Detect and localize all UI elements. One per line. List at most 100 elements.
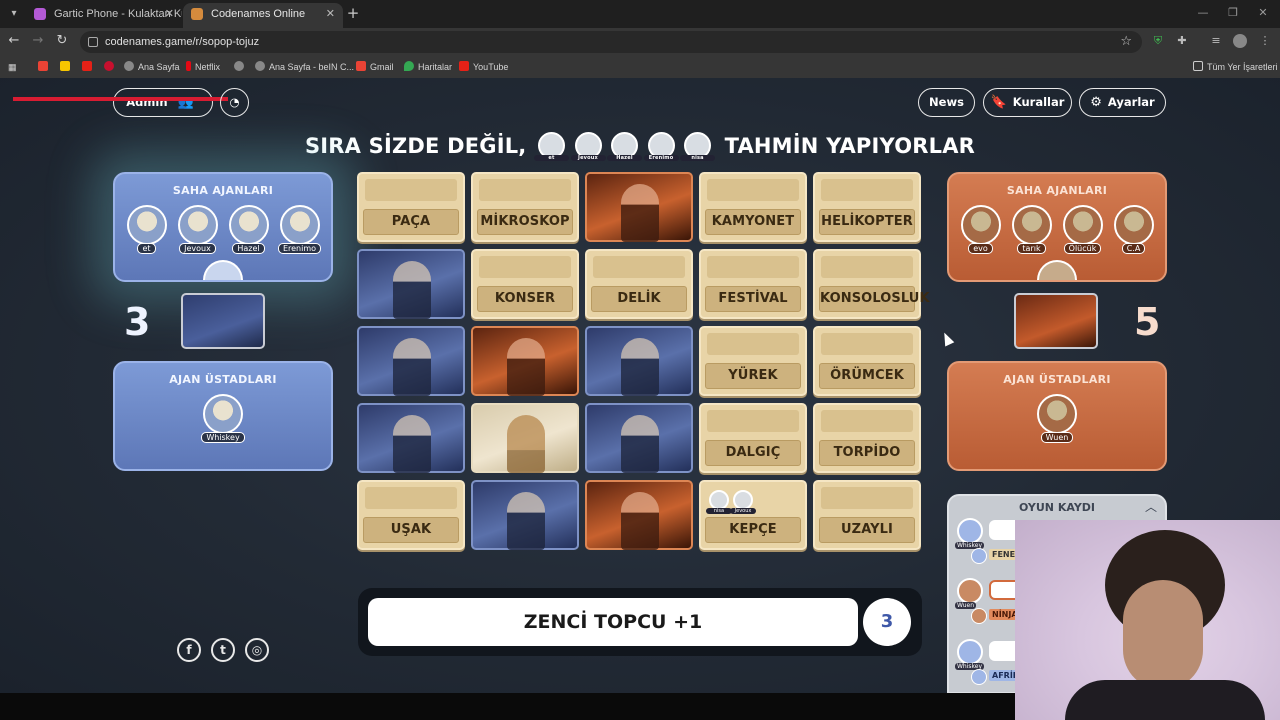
- bookmark-haritalar[interactable]: Haritalar: [404, 56, 452, 78]
- timer-icon[interactable]: ◔: [220, 88, 249, 117]
- bookmark-globe-icon[interactable]: [234, 56, 248, 78]
- url-field[interactable]: codenames.game/r/sopop-tojuz ☆: [80, 31, 1142, 53]
- word-card[interactable]: HELİKOPTER: [813, 172, 921, 242]
- settings-button[interactable]: ⚙ Ayarlar: [1079, 88, 1166, 117]
- red-agent-card[interactable]: [585, 172, 693, 242]
- bookmark-gmail-icon[interactable]: [38, 56, 52, 78]
- blue-spymasters-panel[interactable]: AJAN ÜSTADLARI Whiskey: [113, 361, 333, 471]
- blue-agent-card[interactable]: [357, 326, 465, 396]
- blue-agent-card[interactable]: [357, 249, 465, 319]
- minimize-icon[interactable]: —: [1196, 6, 1210, 19]
- red-agent-card[interactable]: [471, 326, 579, 396]
- card-word: HELİKOPTER: [819, 209, 915, 235]
- instagram-icon[interactable]: ◎: [245, 638, 269, 662]
- card-word: UŞAK: [363, 517, 459, 543]
- blue-agent-card[interactable]: [471, 480, 579, 550]
- card-top-band: [821, 487, 913, 509]
- media-controls-icon[interactable]: ≡: [1209, 34, 1223, 48]
- word-card[interactable]: UŞAK: [357, 480, 465, 550]
- voter-name: nisa: [706, 508, 732, 514]
- new-tab-icon[interactable]: +: [346, 5, 360, 21]
- card-top-band: [479, 256, 571, 278]
- bystander-card[interactable]: [471, 403, 579, 473]
- all-bookmarks[interactable]: Tüm Yer İşaretleri: [1193, 56, 1278, 78]
- back-icon[interactable]: ←: [6, 33, 22, 49]
- browser-tab-gartic[interactable]: Gartic Phone - Kulaktan Kulağa ✕: [26, 3, 182, 28]
- word-card[interactable]: KONSER: [471, 249, 579, 319]
- reload-icon[interactable]: ↻: [54, 33, 70, 49]
- twitter-icon[interactable]: t: [211, 638, 235, 662]
- bookmarks-bar: ▦ Ana Sayfa Netflix Ana Sayfa - beIN C..…: [0, 56, 1280, 78]
- blue-agent-card[interactable]: [357, 403, 465, 473]
- bookmark-star-icon[interactable]: ☆: [1120, 31, 1132, 53]
- player-et: et: [124, 205, 169, 264]
- card-illustration: [393, 338, 431, 396]
- rules-button[interactable]: 🔖 Kurallar: [983, 88, 1072, 117]
- card-word: KONSOLOSLUK: [819, 286, 930, 312]
- all-bookmarks-label: Tüm Yer İşaretleri: [1207, 62, 1278, 72]
- browser-menu-icon[interactable]: ⋮: [1258, 34, 1272, 48]
- window-close-icon[interactable]: ✕: [1256, 6, 1270, 19]
- word-card[interactable]: FESTİVAL: [699, 249, 807, 319]
- red-team-card: [1014, 293, 1098, 349]
- players-icon: 👥: [177, 95, 194, 110]
- address-bar-row: ← → ↻ codenames.game/r/sopop-tojuz ☆ ⛨ ✚…: [0, 28, 1280, 56]
- bookmark-bein[interactable]: Ana Sayfa - beIN C...: [255, 56, 354, 78]
- news-button[interactable]: News: [918, 88, 975, 117]
- blue-team-card: [181, 293, 265, 349]
- extensions-puzzle-icon[interactable]: ✚: [1175, 34, 1189, 48]
- bookmark-icon[interactable]: [60, 56, 74, 78]
- card-word: ÖRÜMCEK: [819, 363, 915, 389]
- word-card[interactable]: DALGIÇ: [699, 403, 807, 473]
- admin-button[interactable]: Admin 👥: [113, 88, 213, 117]
- forward-icon[interactable]: →: [30, 33, 46, 49]
- chevron-up-icon[interactable]: ︿: [1145, 498, 1157, 515]
- blue-agent-card[interactable]: [585, 326, 693, 396]
- shield-extension-icon[interactable]: ⛨: [1151, 34, 1165, 48]
- player-whiskey: Whiskey: [201, 394, 246, 453]
- bookmark-youtube-icon[interactable]: [82, 56, 96, 78]
- bookmark-youtube[interactable]: YouTube: [459, 56, 508, 78]
- browser-tab-codenames[interactable]: Codenames Online ✕: [183, 3, 343, 28]
- card-illustration: [507, 415, 545, 473]
- profile-avatar[interactable]: [1233, 34, 1247, 48]
- word-card[interactable]: KEPÇE nisa Jevoux: [699, 480, 807, 550]
- streamer-overlay-bar: [13, 97, 228, 101]
- word-card[interactable]: DELİK: [585, 249, 693, 319]
- tab-list-chevron-icon[interactable]: ▾: [6, 6, 22, 22]
- bookmark-netflix[interactable]: Netflix: [186, 56, 220, 78]
- guesser-avatar: Jevoux: [570, 132, 606, 161]
- bookmark-gmail[interactable]: Gmail: [356, 56, 394, 78]
- word-card[interactable]: ÖRÜMCEK: [813, 326, 921, 396]
- player-evo: evo: [958, 205, 1003, 264]
- word-card[interactable]: PAÇA: [357, 172, 465, 242]
- close-tab-icon[interactable]: ✕: [326, 3, 335, 25]
- avatar: [971, 669, 987, 685]
- apps-grid-icon[interactable]: ▦: [8, 56, 17, 78]
- player-jevoux: Jevoux: [175, 205, 220, 264]
- card-word: KAMYONET: [705, 209, 801, 235]
- bookmark-icon[interactable]: [104, 56, 118, 78]
- site-info-icon[interactable]: [88, 37, 98, 47]
- bookmark-label: YouTube: [473, 62, 509, 72]
- word-card[interactable]: MİKROSKOP: [471, 172, 579, 242]
- panel-title: SAHA AJANLARI: [172, 184, 274, 197]
- close-tab-icon[interactable]: ✕: [165, 3, 174, 25]
- word-card[interactable]: UZAYLI: [813, 480, 921, 550]
- card-top-band: [821, 333, 913, 355]
- card-word: DELİK: [591, 286, 687, 312]
- red-operatives-panel[interactable]: SAHA AJANLARI evo tarık Ölücük C.A: [947, 172, 1167, 282]
- panel-title: AJAN ÜSTADLARI: [1003, 373, 1111, 386]
- word-card[interactable]: TORPİDO: [813, 403, 921, 473]
- blue-agent-card[interactable]: [585, 403, 693, 473]
- word-card[interactable]: KAMYONET: [699, 172, 807, 242]
- maximize-icon[interactable]: ❐: [1226, 6, 1240, 19]
- word-card[interactable]: KONSOLOSLUK: [813, 249, 930, 319]
- facebook-icon[interactable]: f: [177, 638, 201, 662]
- red-spymasters-panel[interactable]: AJAN ÜSTADLARI Wuen: [947, 361, 1167, 471]
- blue-operatives-panel[interactable]: SAHA AJANLARI et Jevoux Hazel Erenimo: [113, 172, 333, 282]
- word-card[interactable]: YÜREK: [699, 326, 807, 396]
- avatar: [960, 205, 1001, 245]
- red-agent-card[interactable]: [585, 480, 693, 550]
- bookmark-ana-sayfa[interactable]: Ana Sayfa: [124, 56, 180, 78]
